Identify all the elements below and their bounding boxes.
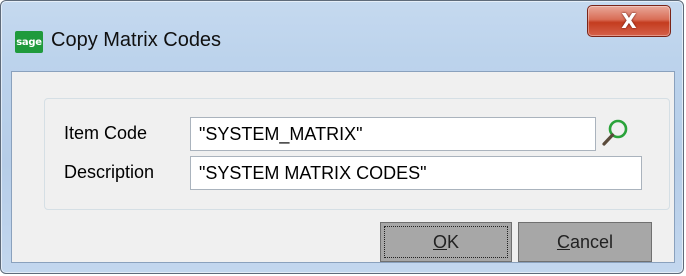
cancel-mnemonic: C [556,231,570,252]
description-label: Description [64,162,155,182]
window-title: Copy Matrix Codes [51,29,222,51]
cancel-label-rest: ancel [569,231,614,252]
cancel-button[interactable]: Cancel [518,222,652,262]
ok-label-rest: K [447,231,460,252]
close-icon: X [621,9,637,33]
magnifier-icon[interactable] [600,118,630,148]
ok-mnemonic: O [432,231,447,252]
description-field[interactable]: "SYSTEM MATRIX CODES" [190,156,642,190]
item-groupbox [44,98,670,210]
dialog-window: sage Copy Matrix Codes X Item Code "SYST… [0,0,684,274]
app-icon-text: sage [16,36,42,48]
sage-logo-icon: sage [15,31,43,53]
item-code-label: Item Code [64,123,148,143]
ok-button[interactable]: OK [380,222,512,262]
item-code-field[interactable]: "SYSTEM_MATRIX" [190,117,596,151]
title-bar[interactable]: sage Copy Matrix Codes X [1,1,683,71]
close-button[interactable]: X [587,5,671,37]
dialog-body: Item Code "SYSTEM_MATRIX" Description "S… [11,71,675,263]
